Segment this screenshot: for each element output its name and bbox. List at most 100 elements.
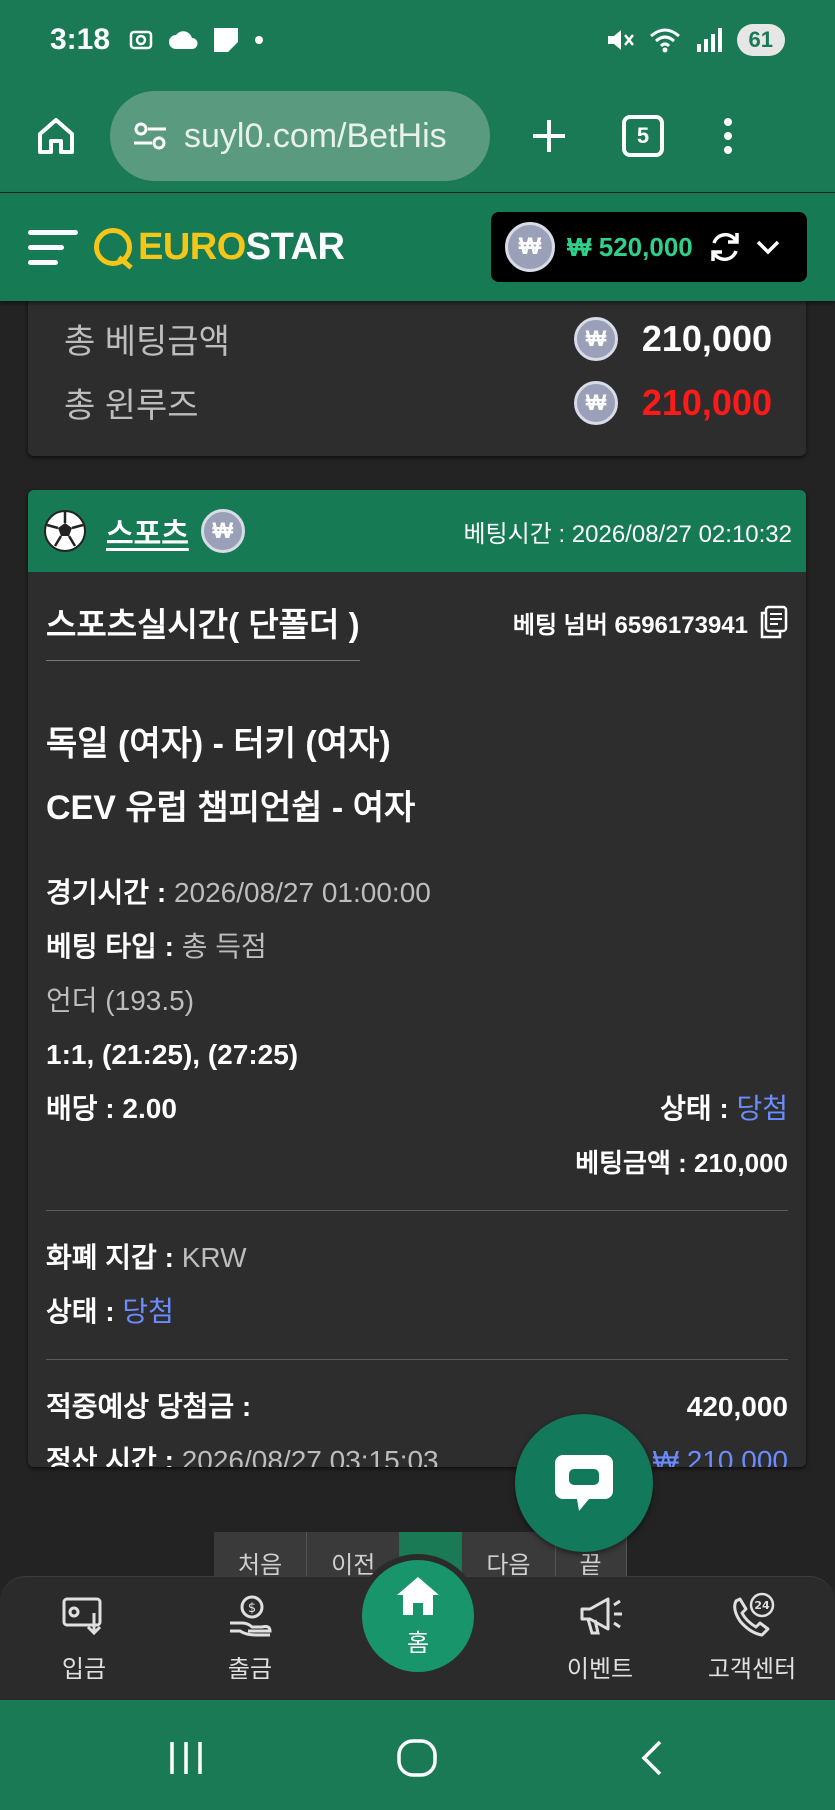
total-winloss-row: 총 윈루즈 ₩ 210,000: [64, 378, 772, 427]
bet-category[interactable]: 스포츠: [106, 509, 189, 553]
total-bet-row: 총 베팅금액 ₩ 210,000: [64, 314, 772, 363]
total-bet-label: 총 베팅금액: [64, 323, 230, 361]
status2-label: 상태 :: [46, 1296, 115, 1327]
browser-home-button[interactable]: [30, 110, 82, 162]
support-24-icon: 24: [733, 1592, 775, 1637]
score-row: 1:1, (21:25), (27:25): [46, 1028, 788, 1082]
copy-icon[interactable]: [758, 605, 788, 639]
battery-indicator: 61: [736, 24, 785, 56]
site-header: EUROSTAR ₩ ₩ 520,000: [0, 193, 835, 301]
screenshot-icon: [129, 30, 153, 50]
status-badge: 당첨: [736, 1093, 788, 1124]
browser-menu-icon[interactable]: [724, 118, 732, 154]
chat-bubble-icon: [555, 1455, 613, 1511]
wallet-row: 화폐 지갑 : KRW: [46, 1231, 788, 1285]
bet-time: 베팅시간 : 2026/08/27 02:10:32: [463, 520, 792, 548]
score-value: 1:1, (21:25), (27:25): [46, 1039, 299, 1070]
soccer-ball-icon: [44, 510, 86, 552]
settle-value: 2026/08/27 03:15:03: [181, 1445, 439, 1467]
notification-icon: [214, 28, 239, 52]
site-settings-icon[interactable]: [132, 121, 168, 151]
odds-status-row: 배당 : 2.00 상태 : 당첨: [46, 1082, 788, 1136]
chevron-down-icon[interactable]: [753, 232, 783, 262]
nav-withdraw[interactable]: $ 출금: [190, 1591, 310, 1684]
won-coin-icon: ₩: [200, 509, 245, 553]
match-title: 독일 (여자) - 터키 (여자) CEV 유럽 챔피언쉽 - 여자: [46, 712, 788, 840]
stake-row: 베팅금액 : 210,000: [46, 1136, 788, 1190]
dot-icon: [255, 36, 264, 44]
status-label: 상태 :: [660, 1093, 729, 1124]
cloud-icon: [169, 31, 198, 49]
nav-deposit-label: 입금: [61, 1656, 107, 1683]
system-nav-bar: [0, 1700, 835, 1810]
game-time-row: 경기시간 : 2026/08/27 01:00:00: [46, 866, 788, 920]
signal-icon: [696, 28, 722, 52]
nav-event-label: 이벤트: [566, 1656, 634, 1683]
url-text: suyl0.com/BetHis: [184, 116, 447, 155]
bet-type-row: 베팅 타입 : 총 득점: [46, 920, 788, 974]
settle-row: 정산 시간 : 2026/08/27 03:15:03 ₩ 210,000: [46, 1434, 788, 1467]
won-coin-icon: ₩: [505, 222, 555, 272]
nav-event[interactable]: 이벤트: [540, 1591, 660, 1684]
balance-amount: ₩ 520,000: [567, 231, 693, 262]
odds-value: 배당 : 2.00: [46, 1093, 177, 1124]
settle-amount: ₩ 210,000: [652, 1445, 788, 1467]
total-bet-value: 210,000: [641, 317, 772, 359]
menu-icon[interactable]: [28, 229, 80, 265]
status2-row: 상태 : 당첨: [46, 1285, 788, 1339]
home-icon: [38, 118, 74, 154]
bet-card-header: 스포츠 ₩ 베팅시간 : 2026/08/27 02:10:32: [28, 490, 806, 572]
recent-apps-icon[interactable]: [166, 1738, 206, 1778]
balance-widget[interactable]: ₩ ₩ 520,000: [491, 212, 807, 282]
nav-home-label: 홈: [406, 1629, 430, 1657]
wallet-value: KRW: [181, 1242, 247, 1273]
clock: 3:18: [50, 23, 111, 56]
nav-support-label: 고객센터: [707, 1656, 797, 1683]
browser-toolbar: suyl0.com/BetHis 5: [0, 80, 835, 192]
live-chat-button[interactable]: [515, 1414, 653, 1552]
nav-home[interactable]: 홈: [356, 1554, 480, 1678]
svg-text:$: $: [248, 1601, 256, 1616]
nav-deposit[interactable]: 입금: [24, 1591, 144, 1684]
won-coin-icon: ₩: [574, 380, 618, 425]
nav-support[interactable]: 24 고객센터: [692, 1591, 812, 1684]
settle-label: 정산 시간 :: [46, 1445, 174, 1467]
home-icon: [397, 1576, 439, 1615]
match-name: 독일 (여자) - 터키 (여자): [46, 725, 391, 763]
bet-number: 베팅 넘버 6596173941: [512, 611, 748, 639]
site-logo[interactable]: EUROSTAR: [94, 225, 345, 269]
game-time-value: 2026/08/27 01:00:00: [173, 877, 431, 908]
refresh-icon[interactable]: [707, 229, 743, 265]
plus-icon: [533, 120, 565, 152]
new-tab-button[interactable]: [524, 111, 574, 161]
logo-mark-icon: [94, 228, 132, 266]
withdraw-icon: $: [230, 1595, 272, 1637]
won-coin-icon: ₩: [574, 316, 618, 361]
total-winloss-label: 총 윈루즈: [64, 387, 199, 425]
address-bar[interactable]: suyl0.com/BetHis: [110, 91, 490, 181]
total-winloss-value: 210,000: [641, 381, 772, 423]
mute-icon: [607, 30, 634, 50]
back-icon[interactable]: [636, 1738, 666, 1778]
tab-switcher-button[interactable]: 5: [622, 115, 664, 157]
deposit-icon: [62, 1597, 102, 1636]
logo-star-text: STAR: [245, 225, 345, 268]
nav-withdraw-label: 출금: [227, 1656, 273, 1683]
expected-win-label: 적중예상 당첨금 :: [46, 1391, 252, 1422]
wifi-icon: [649, 28, 680, 53]
wallet-label: 화폐 지갑 :: [46, 1242, 174, 1273]
status-bar: 3:18 61: [0, 0, 835, 80]
divider: [46, 1210, 788, 1211]
megaphone-icon: [580, 1597, 622, 1635]
bet-type-value: 총 득점: [181, 931, 267, 962]
bet-summary-card: 총 베팅금액 ₩ 210,000 총 윈루즈 ₩ 210,000: [28, 290, 806, 456]
bet-history-card: 스포츠 ₩ 베팅시간 : 2026/08/27 02:10:32 스포츠실시간(…: [28, 490, 806, 1467]
stake-value: 베팅금액 : 210,000: [575, 1148, 788, 1178]
expected-win-value: 420,000: [686, 1391, 788, 1422]
system-home-icon[interactable]: [396, 1738, 438, 1778]
selection-value: 언더 (193.5): [46, 985, 195, 1016]
market-title: 스포츠실시간( 단폴더 ): [46, 598, 360, 661]
expected-win-row: 적중예상 당첨금 : 420,000: [46, 1380, 788, 1434]
logo-euro-text: EURO: [138, 225, 246, 268]
support-badge: 24: [754, 1599, 770, 1612]
